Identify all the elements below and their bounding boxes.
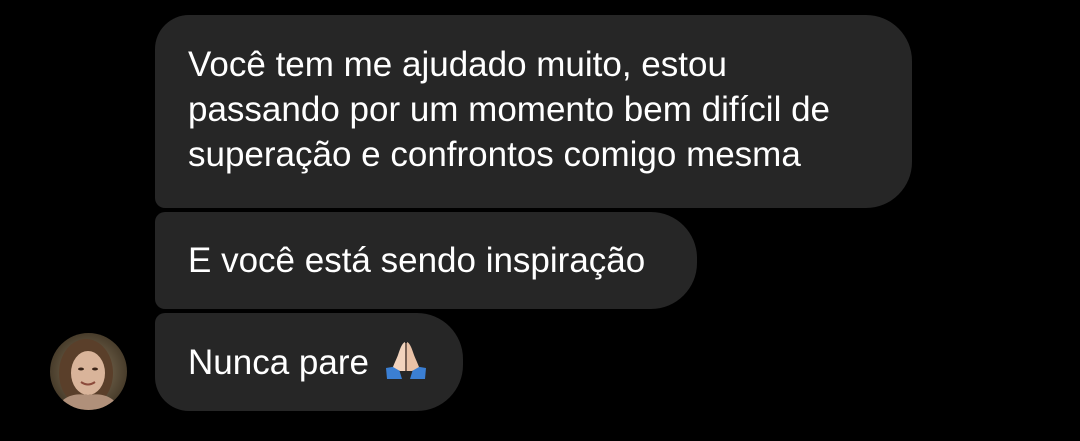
message-bubble-2[interactable]: E você está sendo inspiração [155,212,697,309]
message-text-line-1: Você tem me ajudado muito, estou [188,45,727,84]
folded-hands-icon [383,340,429,380]
message-bubble-3[interactable]: Nunca pare [155,313,463,411]
message-text-line-2: passando por um momento bem difícil de [188,90,830,129]
message-bubble-1[interactable]: Você tem me ajudado muito, estou passand… [155,15,912,208]
message-text: E você está sendo inspiração [188,241,646,280]
avatar[interactable] [50,333,127,410]
message-text-line-3: superação e confrontos comigo mesma [188,135,801,174]
message-text: Nunca pare [188,343,369,382]
